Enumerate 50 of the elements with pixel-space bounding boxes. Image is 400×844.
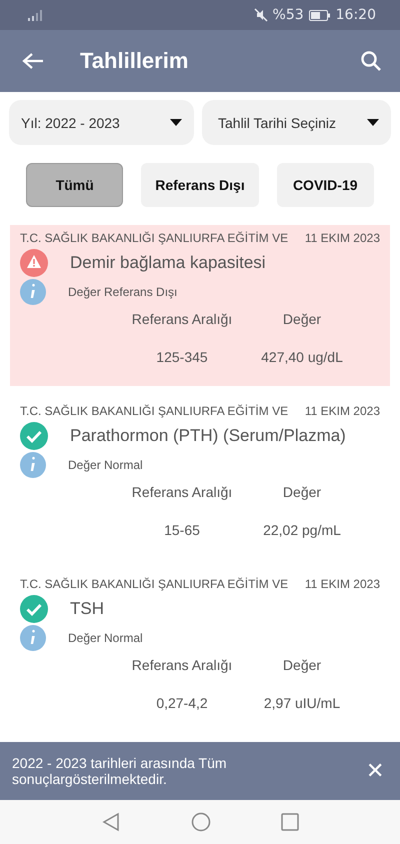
back-arrow-icon[interactable] <box>22 52 44 70</box>
battery-icon <box>308 10 331 20</box>
column-label: Referans Aralığı <box>130 484 234 500</box>
filter-tab[interactable]: COVID-19 <box>276 163 374 207</box>
filter-tab[interactable]: Referans Dışı <box>141 163 259 207</box>
result-value: 2,97 uIU/mL <box>262 695 342 711</box>
dropdown-field[interactable]: Tahlil Tarihi Seçiniz <box>202 100 391 145</box>
caret-icon <box>367 119 379 126</box>
status-text: Değer Normal <box>68 631 143 645</box>
result-date: 11 EKIM 2023 <box>304 577 380 591</box>
column-label: Referans Aralığı <box>130 657 234 673</box>
test-name: Parathormon (PTH) (Serum/Plazma) <box>70 426 346 446</box>
result-value: 22,02 pg/mL <box>262 522 342 538</box>
battery-percent: %53 <box>272 7 304 23</box>
mute-icon <box>254 8 268 22</box>
caret-icon <box>170 119 182 126</box>
status-text: Değer Referans Dışı <box>68 285 178 299</box>
hospital-name: T.C. SAĞLIK BAKANLIĞI ŞANLIURFA EĞİTİM VE <box>20 577 288 591</box>
result-value: 427,40 ug/dL <box>260 349 344 365</box>
dropdown-field[interactable]: Yıl: 2022 - 2023 <box>9 100 194 145</box>
clock: 16:20 <box>336 7 376 23</box>
info-icon[interactable] <box>20 625 46 651</box>
reference-range: 125-345 <box>155 349 209 365</box>
test-name: TSH <box>70 599 104 619</box>
snackbar-message: 2022 - 2023 tarihleri arasında Tüm sonuçlargösterilmektedir. <box>12 754 228 788</box>
column-label: Referans Aralığı <box>130 311 234 327</box>
column-label: Değer <box>282 484 322 500</box>
result-date: 11 EKIM 2023 <box>304 404 380 418</box>
column-label: Değer <box>282 657 322 673</box>
home-icon[interactable] <box>191 812 211 832</box>
screen-title: Tahlillerim <box>80 48 188 74</box>
warning-icon <box>20 249 48 277</box>
status-text: Değer Normal <box>68 458 143 472</box>
signal-icon <box>26 9 44 21</box>
reference-range: 15-65 <box>163 522 201 538</box>
hospital-name: T.C. SAĞLIK BAKANLIĞI ŞANLIURFA EĞİTİM VE <box>20 231 288 245</box>
close-button[interactable]: ✕ <box>362 758 388 784</box>
recents-icon[interactable] <box>281 813 299 831</box>
test-name: Demir bağlama kapasitesi <box>70 253 266 273</box>
check-icon <box>20 595 48 623</box>
search-icon[interactable] <box>360 50 382 72</box>
reference-range: 0,27-4,2 <box>155 695 209 711</box>
filter-tab[interactable]: Tümü <box>26 163 124 207</box>
hospital-name: T.C. SAĞLIK BAKANLIĞI ŞANLIURFA EĞİTİM VE <box>20 404 288 418</box>
info-icon[interactable] <box>20 279 46 305</box>
check-icon <box>20 422 48 450</box>
result-date: 11 EKIM 2023 <box>304 231 380 245</box>
info-icon[interactable] <box>20 452 46 478</box>
back-icon[interactable] <box>101 812 121 832</box>
column-label: Değer <box>282 311 322 327</box>
